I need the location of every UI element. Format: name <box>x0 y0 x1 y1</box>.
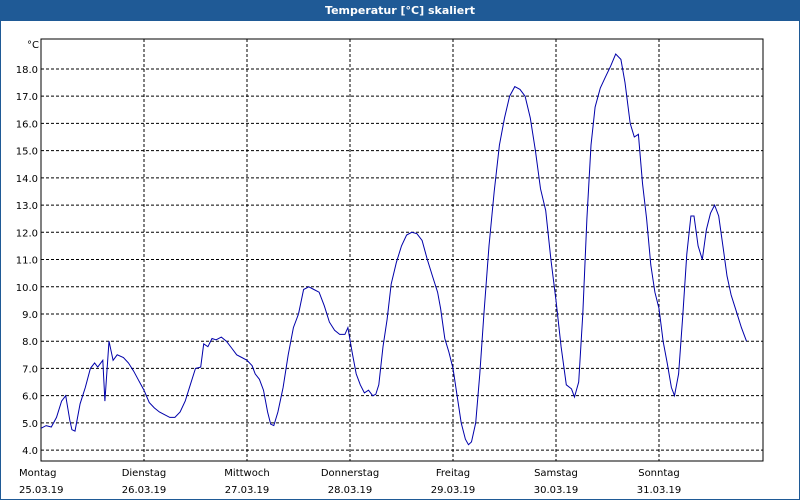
x-tick-date-label: 25.03.19 <box>19 485 64 496</box>
x-tick-day-label: Freitag <box>436 468 470 479</box>
y-tick-label: 7.0 <box>22 364 38 375</box>
window-title: Temperatur [°C] skaliert <box>1 1 799 21</box>
y-tick-label: 13.0 <box>16 201 38 212</box>
x-tick-date-label: 26.03.19 <box>122 485 167 496</box>
grid-layer <box>41 39 763 461</box>
y-tick-label: 8.0 <box>22 337 38 348</box>
y-tick-label: 11.0 <box>16 256 38 267</box>
y-tick-label: 16.0 <box>16 119 38 130</box>
x-tick-date-label: 29.03.19 <box>431 485 476 496</box>
y-tick-label: 6.0 <box>22 392 38 403</box>
y-tick-label: 14.0 <box>16 174 38 185</box>
x-tick-date-label: 31.03.19 <box>637 485 682 496</box>
x-tick-day-label: Montag <box>19 468 56 479</box>
temperature-series-line <box>40 53 747 446</box>
x-tick-day-label: Dienstag <box>122 468 167 479</box>
y-axis-ticks: 4.0 5.0 6.0 7.0 8.0 9.0 10.0 11.0 12.0 13.0 14.0 15… <box>16 65 38 457</box>
y-tick-label: 9.0 <box>22 310 38 321</box>
x-tick-day-label: Sonntag <box>638 468 680 479</box>
y-tick-label: 12.0 <box>16 228 38 239</box>
x-tick-date-label: 28.03.19 <box>328 485 373 496</box>
y-tick-label: 17.0 <box>16 92 38 103</box>
y-tick-label: 15.0 <box>16 147 38 158</box>
x-tick-date-label: 27.03.19 <box>225 485 270 496</box>
x-tick-day-label: Donnerstag <box>321 468 379 479</box>
x-axis-ticks: Montag 25.03.19 Dienstag 26.03.19 Mittwoch 27… <box>19 468 681 496</box>
temperature-chart: °C 4.0 5.0 6.0 7.0 8.0 9.0 10.0 11.0 12.0 13.0 14.… <box>16 38 764 496</box>
plot-frame <box>40 38 764 462</box>
x-tick-day-label: Samstag <box>534 468 578 479</box>
x-tick-day-label: Mittwoch <box>224 468 269 479</box>
y-tick-label: 10.0 <box>16 283 38 294</box>
y-tick-label: 5.0 <box>22 419 38 430</box>
y-axis-unit: °C <box>27 40 39 51</box>
y-tick-label: 18.0 <box>16 65 38 76</box>
x-tick-date-label: 30.03.19 <box>534 485 579 496</box>
chart-window: Temperatur [°C] skaliert °C 4.0 5.0 6.0 7.0… <box>0 0 800 500</box>
y-tick-label: 4.0 <box>22 446 38 457</box>
